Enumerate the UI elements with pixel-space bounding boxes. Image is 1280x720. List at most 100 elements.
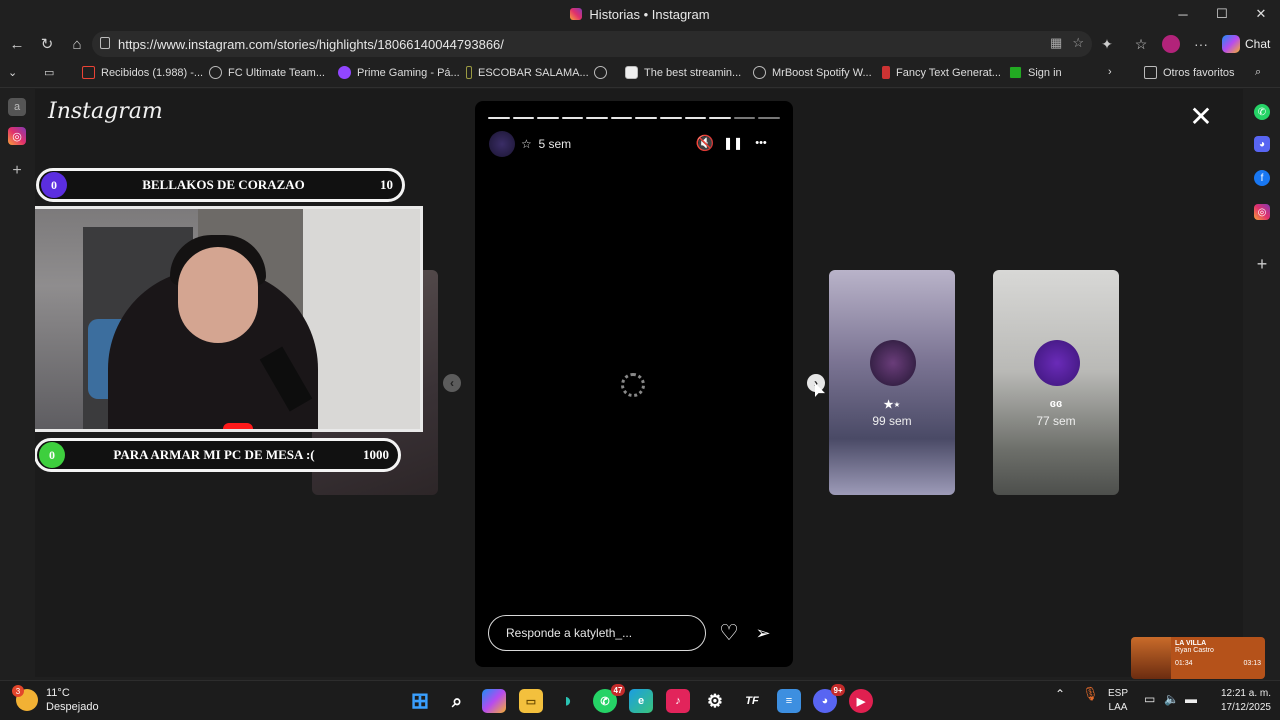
bookmark-item[interactable]: FC Ultimate Team... [209, 66, 325, 79]
settings-more-button[interactable]: ··· [1188, 31, 1214, 57]
sidebar-toggle-icon[interactable]: ⌄ [8, 66, 17, 79]
story-progress-segment [733, 117, 756, 119]
story-progress-bar [488, 117, 780, 120]
battery-icon[interactable]: ▬ [1185, 692, 1197, 706]
weather-widget[interactable]: 3 11°C Despejado [12, 685, 99, 714]
window-title: Historias • Instagram [589, 6, 710, 22]
story-progress-segment [709, 117, 731, 119]
gmail-icon [82, 66, 95, 79]
media-mini-player[interactable]: LA VILLA Ryan Castro 01:34 03:13 [1131, 637, 1265, 679]
reload-button[interactable]: ↻ [32, 30, 62, 58]
address-bar[interactable]: https://www.instagram.com/stories/highli… [92, 31, 1092, 57]
media-title: LA VILLA [1175, 640, 1207, 647]
search-icon[interactable]: ⌕ [1255, 66, 1261, 79]
like-heart-icon[interactable]: ♡ [718, 620, 740, 645]
add-sidebar-app-icon[interactable]: + [1254, 254, 1270, 274]
maximize-button[interactable]: ☐ [1203, 0, 1241, 28]
edge-browser-icon[interactable]: e [629, 689, 653, 713]
volume-icon[interactable]: 🔈 [1164, 692, 1179, 706]
profile-avatar[interactable] [1158, 31, 1184, 57]
search-icon[interactable]: ⌕ [445, 689, 469, 713]
windows-taskbar: 3 11°C Despejado ⊞ ⌕ ▭ ◗ ✆ 47 e ♪ ⚙ TF ≡ … [0, 680, 1280, 720]
bookmark-item[interactable] [594, 66, 607, 79]
story-author-avatar [1034, 340, 1080, 386]
close-window-button[interactable]: ✕ [1242, 0, 1280, 28]
story-progress-segment [610, 117, 633, 119]
whatsapp-icon[interactable]: ✆ 47 [593, 684, 625, 713]
story-progress-segment [488, 117, 510, 119]
favorite-star-icon[interactable]: ☆ [1072, 35, 1084, 51]
discord-icon[interactable]: ◕ [1254, 136, 1270, 152]
microphone-icon[interactable]: 🎙 [1082, 687, 1099, 701]
clock[interactable]: 12:21 a. m. 17/12/2025 [1205, 687, 1271, 715]
collections-icon[interactable]: ▭ [44, 66, 54, 79]
story-progress-segment [635, 117, 658, 119]
close-stories-button[interactable]: ✕ [1187, 103, 1215, 131]
mute-icon[interactable]: 🔇 [695, 133, 715, 153]
folder-icon [1144, 66, 1157, 79]
story-author-avatar[interactable] [489, 131, 515, 157]
start-button-icon[interactable]: ⊞ [408, 688, 432, 713]
story-progress-segment [561, 117, 584, 119]
bookmark-item[interactable]: The best streamin... [625, 66, 741, 79]
window-titlebar: Historias • Instagram ─ ☐ ✕ [0, 0, 1280, 28]
copilot-chat-button[interactable]: Chat [1218, 31, 1274, 57]
reply-input[interactable]: Responde a katyleth_... [488, 615, 706, 651]
instagram-tab-icon[interactable]: ◎ [8, 127, 26, 145]
story-progress-segment [512, 117, 535, 119]
story-author-avatar [870, 340, 916, 386]
favorites-icon[interactable]: ☆ [1128, 31, 1154, 57]
site-info-icon[interactable] [100, 37, 110, 49]
instagram-icon [570, 8, 583, 20]
new-tab-icon[interactable]: + [8, 162, 26, 180]
chatgpt-icon[interactable]: ⚙ [703, 689, 727, 713]
home-button[interactable]: ⌂ [62, 30, 92, 58]
story-progress-segment [660, 117, 682, 119]
globe-icon [753, 66, 766, 79]
notepad-icon[interactable]: ≡ [777, 689, 801, 713]
other-favorites-folder[interactable]: Otros favoritos [1144, 66, 1235, 79]
back-button[interactable]: ← [2, 30, 32, 58]
weather-sun-icon: 3 [12, 685, 38, 711]
bookmark-item[interactable]: Fancy Text Generat... [882, 66, 1001, 79]
network-icon[interactable]: ▭ [1144, 692, 1155, 706]
file-explorer-icon[interactable]: ▭ [519, 689, 543, 713]
previous-story-button[interactable]: ‹ [443, 374, 461, 392]
album-art [1131, 637, 1171, 679]
instagram-icon[interactable]: ◎ [1254, 204, 1270, 220]
bookmark-icon [466, 66, 472, 79]
pause-icon[interactable]: ❚❚ [723, 133, 743, 153]
bookmark-item[interactable]: MrBoost Spotify W... [753, 66, 872, 79]
more-options-icon[interactable]: ••• [751, 133, 771, 153]
typefast-icon[interactable]: TF [740, 689, 764, 713]
active-story[interactable]: ☆ 5 sem 🔇 ❚❚ ••• Responde a katyleth_...… [475, 101, 793, 667]
story-author-name: ★⋆ [883, 399, 901, 411]
language-indicator[interactable]: ESP LAA [1108, 687, 1128, 715]
extensions-icon[interactable]: ✦ [1094, 31, 1120, 57]
instagram-logo[interactable]: Instagram [48, 99, 163, 124]
story-author-name: ɞɞ [1049, 398, 1063, 410]
tray-overflow-icon[interactable]: ⌃ [1055, 687, 1065, 701]
edge-dev-icon[interactable]: ◗ [556, 689, 580, 713]
discord-icon[interactable]: ◕ 9+ [813, 684, 845, 713]
bookmark-item[interactable]: Prime Gaming - Pá... [338, 66, 460, 79]
tab-favicon-icon[interactable]: a [8, 98, 26, 116]
next-story-thumbnail[interactable]: ★⋆ 99 sem [829, 270, 955, 495]
facebook-icon[interactable]: f [1254, 170, 1270, 186]
bookmark-item[interactable]: Sign in [1009, 66, 1062, 79]
whatsapp-icon[interactable]: ✆ [1254, 104, 1270, 120]
next-story-thumbnail[interactable]: ɞɞ 77 sem [993, 270, 1119, 495]
overlay-goal-bar-top: 0 BELLAKOS DE CORAZAO 10 [36, 168, 405, 202]
stream-webcam-overlay [35, 206, 423, 432]
minimize-button[interactable]: ─ [1164, 0, 1202, 28]
send-icon[interactable]: ➢ [752, 622, 774, 644]
media-player-icon[interactable]: ▶ [849, 689, 873, 713]
tiktok-icon[interactable]: ♪ [666, 689, 690, 713]
bookmark-item[interactable]: Recibidos (1.988) -... [82, 66, 203, 79]
apps-icon[interactable]: ▦ [1050, 35, 1062, 51]
bookmark-item[interactable]: ESCOBAR SALAMA... [466, 66, 589, 79]
story-time-ago: ☆ 5 sem [521, 137, 572, 151]
bookmarks-overflow-icon[interactable]: › [1108, 66, 1112, 78]
copilot-icon[interactable] [482, 689, 506, 713]
media-elapsed: 01:34 [1175, 660, 1193, 667]
